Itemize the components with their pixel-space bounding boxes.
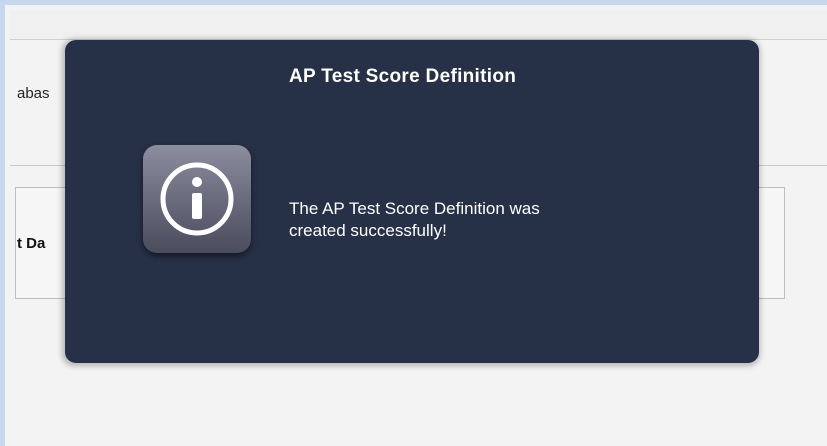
dialog-message: The AP Test Score Definition was created… [289, 198, 689, 242]
info-icon [143, 145, 251, 253]
toolbar-strip [10, 10, 827, 40]
notification-dialog[interactable]: AP Test Score Definition The AP Test Sco… [65, 40, 759, 363]
dialog-message-line1: The AP Test Score Definition was [289, 199, 540, 218]
dialog-message-line2: created successfully! [289, 221, 447, 240]
dialog-title: AP Test Score Definition [289, 66, 517, 87]
background-database-label: abas [17, 85, 50, 102]
background-date-label: t Da [17, 235, 46, 252]
